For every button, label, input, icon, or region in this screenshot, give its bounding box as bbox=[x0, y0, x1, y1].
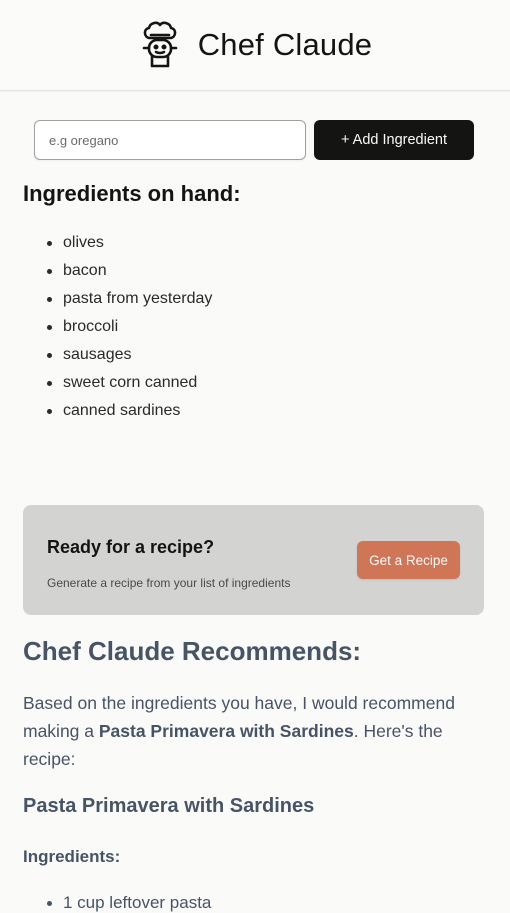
ingredient-item: canned sardines bbox=[23, 397, 212, 425]
recommendation-intro: Based on the ingredients you have, I wou… bbox=[23, 689, 488, 773]
ingredient-item: pasta from yesterday bbox=[23, 285, 212, 313]
recipe-name: Pasta Primavera with Sardines bbox=[23, 795, 315, 817]
ingredient-item: olives bbox=[23, 229, 212, 257]
recommendation-heading: Chef Claude Recommends: bbox=[23, 636, 362, 666]
ingredients-list: olives bacon pasta from yesterday brocco… bbox=[23, 229, 212, 425]
intro-recipe-name: Pasta Primavera with Sardines bbox=[98, 721, 354, 741]
get-recipe-button[interactable]: Get a Recipe bbox=[357, 541, 460, 579]
recipe-ingredients-list: 1 cup leftover pasta bbox=[23, 889, 211, 913]
ingredient-item: sausages bbox=[23, 341, 212, 369]
cta-title: Ready for a recipe? bbox=[47, 537, 215, 557]
add-ingredient-button[interactable]: + Add Ingredient bbox=[314, 120, 474, 160]
chef-claude-app: Chef Claude + Add Ingredient Ingredients… bbox=[0, 0, 510, 913]
chef-hat-icon bbox=[138, 20, 182, 70]
app-title: Chef Claude bbox=[197, 27, 373, 62]
app-header: Chef Claude bbox=[0, 0, 510, 91]
ingredients-heading: Ingredients on hand: bbox=[23, 181, 241, 206]
ingredient-item: broccoli bbox=[23, 313, 212, 341]
get-recipe-panel: Ready for a recipe? Generate a recipe fr… bbox=[23, 505, 484, 615]
ingredient-item: bacon bbox=[23, 257, 212, 285]
ingredient-item: sweet corn canned bbox=[23, 369, 212, 397]
ingredient-input[interactable] bbox=[34, 120, 306, 160]
recipe-ingredient-item: 1 cup leftover pasta bbox=[23, 889, 211, 913]
recipe-ingredients-heading: Ingredients: bbox=[23, 847, 121, 866]
cta-subtitle: Generate a recipe from your list of ingr… bbox=[47, 576, 291, 590]
add-ingredient-form: + Add Ingredient bbox=[34, 120, 474, 160]
